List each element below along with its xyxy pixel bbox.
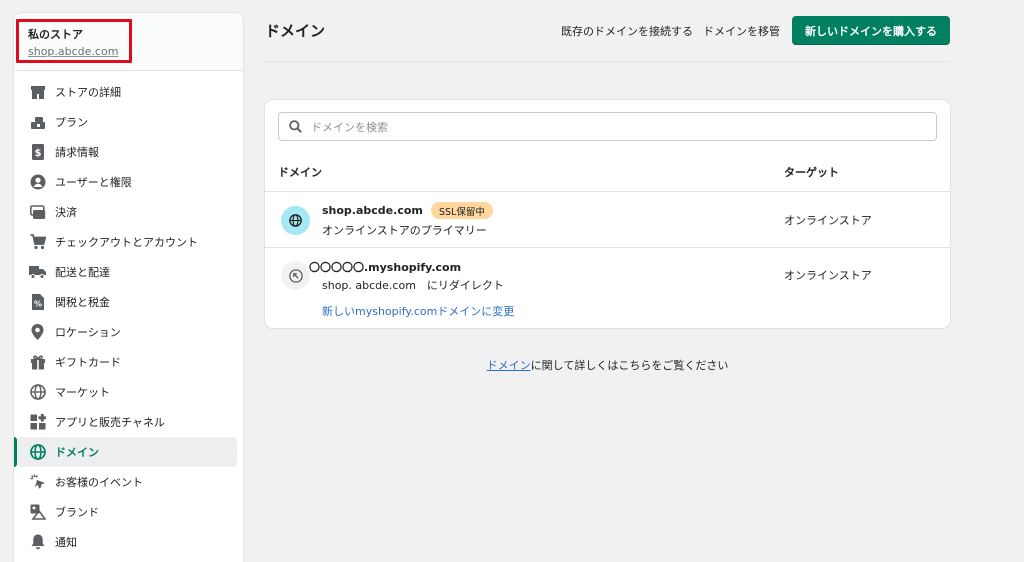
user-icon [29,174,46,191]
bell-icon [29,534,46,551]
sidebar-item-label: 通知 [55,536,77,549]
sidebar-item-domains[interactable]: ドメイン [14,437,237,467]
main-content: ドメイン 既存のドメインを接続する ドメインを移管 新しいドメインを購入する ド… [265,0,950,328]
apps-icon [29,414,46,431]
search-icon [289,120,302,133]
help-text: に関して詳しくはこちらをご覧ください [530,359,729,372]
globe-icon [29,384,46,401]
domain-name[interactable]: shop.abcde.com [322,204,423,217]
sidebar-item-label: 関税と税金 [55,296,110,309]
sidebar-item-label: アプリと販売チャネル [55,416,165,429]
sidebar-item-billing[interactable]: $ 請求情報 [16,137,237,167]
header-divider [265,191,950,192]
truck-icon [29,264,46,281]
sidebar-item-markets[interactable]: マーケット [16,377,237,407]
location-pin-icon [29,324,46,341]
cart-icon [29,234,46,251]
svg-text:%: % [33,300,41,309]
sidebar-item-label: チェックアウトとアカウント [55,236,198,249]
sidebar-item-checkout[interactable]: チェックアウトとアカウント [16,227,237,257]
sidebar-item-label: ストアの詳細 [55,86,121,99]
sidebar-item-label: 配送と配達 [55,266,110,279]
domain-search-input[interactable]: ドメインを検索 [278,112,937,141]
ssl-status-badge: SSL保留中 [431,202,493,219]
domain-name[interactable]: 〇〇〇〇〇.myshopify.com [309,259,461,275]
sidebar-item-tax[interactable]: % 関税と税金 [16,287,237,317]
sidebar-item-plan[interactable]: プラン [16,107,237,137]
plan-icon [29,114,46,131]
sidebar-item-brand[interactable]: ブランド [16,497,237,527]
search-placeholder: ドメインを検索 [311,120,388,134]
tax-icon: % [29,294,46,311]
row-divider [265,247,950,248]
sidebar-item-label: 請求情報 [55,146,99,159]
sidebar-item-label: ギフトカード [55,356,121,369]
sidebar-item-customer-events[interactable]: お客様のイベント [16,467,237,497]
cursor-click-icon [29,474,46,491]
sidebar-item-store-details[interactable]: ストアの詳細 [16,77,237,107]
sidebar-item-notifications[interactable]: 通知 [16,527,237,557]
domain-globe-icon [29,444,46,461]
sidebar-item-locations[interactable]: ロケーション [16,317,237,347]
settings-sidebar: 私のストア shop.abcde.com ストアの詳細 プラン $ 請求情報 ユ… [14,13,243,562]
domain-help-link[interactable]: ドメイン [487,359,531,372]
settings-nav: ストアの詳細 プラン $ 請求情報 ユーザーと権限 決済 チェックアウトとアカウ… [14,71,243,557]
page-header: ドメイン 既存のドメインを接続する ドメインを移管 新しいドメインを購入する [265,0,950,62]
domains-card: ドメインを検索 ドメイン ターゲット shop.abcde.com SSL保留中… [265,100,950,328]
sidebar-item-label: お客様のイベント [55,476,143,489]
store-icon [29,84,46,101]
gift-icon [29,354,46,371]
domain-target: オンラインストア [784,214,872,227]
column-header-domain: ドメイン [278,166,322,179]
sidebar-item-shipping[interactable]: 配送と配達 [16,257,237,287]
sidebar-item-label: ユーザーと権限 [55,176,132,189]
sidebar-item-label: ブランド [55,506,99,519]
svg-text:$: $ [34,148,41,159]
sidebar-item-apps[interactable]: アプリと販売チャネル [16,407,237,437]
domain-description: オンラインストアのプライマリー [322,224,487,237]
sidebar-item-label: 決済 [55,206,77,219]
sidebar-item-label: プラン [55,116,88,129]
brand-icon [29,504,46,521]
help-footer: ドメインに関して詳しくはこちらをご覧ください [265,357,950,373]
sidebar-item-label: ロケーション [55,326,121,339]
connect-domain-link[interactable]: 既存のドメインを接続する [561,23,693,39]
sidebar-item-label: ドメイン [55,446,99,459]
page-title: ドメイン [265,22,326,40]
sidebar-item-users[interactable]: ユーザーと権限 [16,167,237,197]
column-header-target: ターゲット [784,166,839,179]
sidebar-item-label: マーケット [55,386,110,399]
transfer-domain-link[interactable]: ドメインを移管 [703,23,780,39]
domain-target: オンラインストア [784,269,872,282]
sidebar-item-gift-cards[interactable]: ギフトカード [16,347,237,377]
billing-icon: $ [29,144,46,161]
highlight-box [16,19,132,63]
redirect-icon [281,261,310,290]
buy-domain-button[interactable]: 新しいドメインを購入する [792,16,950,45]
redirect-description: shop. abcde.com にリダイレクト [322,279,504,292]
payments-icon [29,204,46,221]
store-header[interactable]: 私のストア shop.abcde.com [14,13,243,71]
change-myshopify-domain-link[interactable]: 新しいmyshopify.comドメインに変更 [322,303,514,319]
sidebar-item-payments[interactable]: 決済 [16,197,237,227]
globe-icon [281,206,310,235]
